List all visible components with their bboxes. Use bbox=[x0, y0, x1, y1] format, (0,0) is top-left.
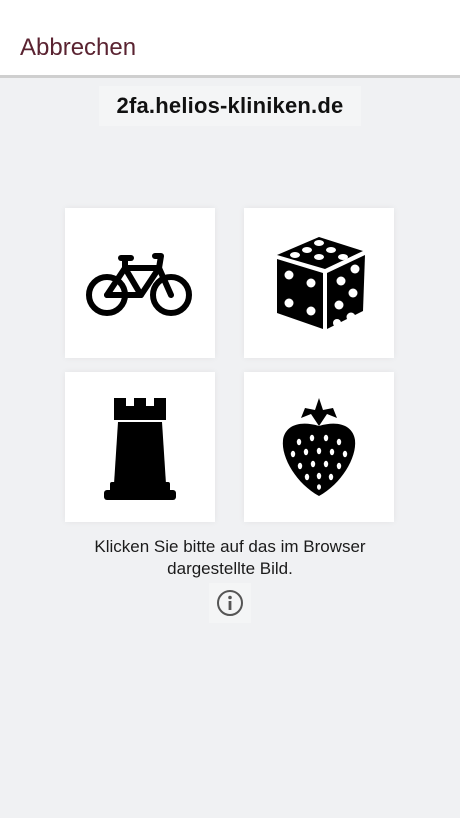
info-icon bbox=[217, 590, 243, 616]
image-option-chess-rook[interactable] bbox=[65, 372, 215, 522]
domain-label-box: 2fa.helios-kliniken.de bbox=[99, 86, 361, 126]
instruction-line-1: Klicken Sie bitte auf das im Browser bbox=[94, 537, 366, 556]
image-option-strawberry[interactable] bbox=[244, 372, 394, 522]
chess-rook-icon bbox=[104, 398, 176, 500]
app-header: Abbrechen bbox=[0, 0, 460, 78]
info-button[interactable] bbox=[209, 583, 251, 623]
bicycle-icon bbox=[86, 253, 192, 316]
instruction-line-2: dargestellte Bild. bbox=[167, 559, 293, 578]
domain-label: 2fa.helios-kliniken.de bbox=[116, 93, 344, 118]
strawberry-icon bbox=[282, 398, 356, 496]
image-option-bicycle[interactable] bbox=[65, 208, 215, 358]
cancel-button[interactable]: Abbrechen bbox=[20, 34, 136, 62]
dice-icon bbox=[277, 237, 365, 329]
image-option-dice[interactable] bbox=[244, 208, 394, 358]
instruction-text: Klicken Sie bitte auf das im Browser dar… bbox=[40, 536, 420, 580]
